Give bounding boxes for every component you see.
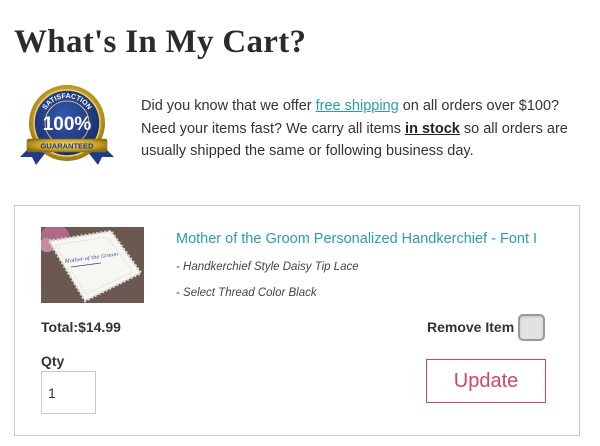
cart-item-panel: Mother of the Groom Mother of the Groom … <box>14 205 580 436</box>
handkerchief-image: Mother of the Groom <box>41 227 144 303</box>
seal-bottom-text: GUARANTEED <box>41 142 95 151</box>
item-total: Total:$14.99 <box>41 319 121 335</box>
promo-line-1-end: on all orders over $100? <box>398 98 560 114</box>
product-thumbnail[interactable]: Mother of the Groom <box>41 227 144 303</box>
qty-label: Qty <box>41 353 65 369</box>
remove-item-checkbox[interactable] <box>518 314 545 341</box>
promo-line-2-end: so all orders are <box>459 120 568 137</box>
promo-line-1: Did you know that we offer free shipping… <box>141 95 581 118</box>
product-option-style: - Handkerchief Style Daisy Tip Lace <box>176 261 359 273</box>
shipping-promo-text: Did you know that we offer free shipping… <box>141 95 581 163</box>
promo-line-2: Need your items fast? We carry all items… <box>141 118 581 141</box>
free-shipping-link[interactable]: free shipping <box>316 98 399 114</box>
total-value: $14.99 <box>78 319 121 335</box>
in-stock-link[interactable]: in stock <box>405 121 460 137</box>
satisfaction-guaranteed-seal: SATISFACTION 100% GUARANTEED <box>20 85 114 165</box>
seal-percent: 100% <box>43 114 92 135</box>
qty-input[interactable] <box>41 371 96 414</box>
product-name-link[interactable]: Mother of the Groom Personalized Handker… <box>176 231 537 247</box>
page-title: What's In My Cart? <box>14 24 307 60</box>
remove-item-label: Remove Item <box>427 319 515 335</box>
promo-line-2-start: Need your items fast? We carry all items <box>141 120 406 137</box>
update-button[interactable]: Update <box>426 359 546 403</box>
product-option-thread-color: - Select Thread Color Black <box>176 287 317 299</box>
total-label: Total: <box>41 319 79 335</box>
promo-line-3: usually shipped the same or following bu… <box>141 143 474 159</box>
promo-line-1-start: Did you know that we offer <box>141 98 316 114</box>
